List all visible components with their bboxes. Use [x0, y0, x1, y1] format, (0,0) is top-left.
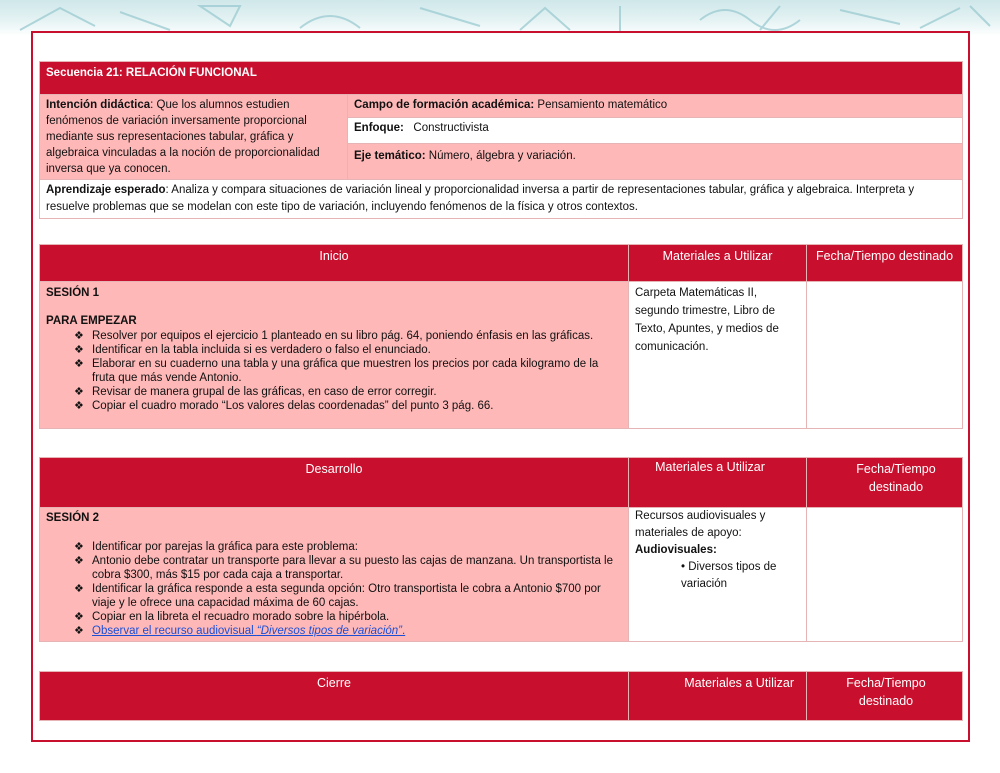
inicio-materiales-header: Materiales a Utilizar	[628, 244, 807, 282]
enfoque-label: Enfoque:	[354, 122, 404, 134]
cierre-header: Cierre	[39, 671, 629, 721]
desarrollo-materiales-header: Materiales a Utilizar	[655, 460, 765, 474]
bullet-icon: ❖	[74, 555, 84, 567]
list-item: ❖ Copiar en la libreta el recuadro morado…	[74, 611, 390, 623]
bullet-icon: ❖	[74, 541, 84, 553]
desarrollo-materiales: Recursos audiovisuales y materiales de a…	[628, 507, 807, 642]
inicio-table: Inicio Materiales a Utilizar Fecha/Tiemp…	[39, 244, 963, 429]
session-title: SESIÓN 1	[46, 287, 100, 299]
desarrollo-content: SESIÓN 2 ❖ Identificar por parejas la grá…	[39, 507, 629, 642]
desarrollo-table: Desarrollo Materiales a Utilizar Fecha/T…	[39, 457, 963, 642]
sequence-table: Secuencia 21: RELACIÓN FUNCIONAL Intenci…	[39, 61, 963, 219]
campo-text: Pensamiento matemático	[534, 99, 668, 111]
bullet-icon: ❖	[74, 400, 84, 412]
list-item: ❖ Copiar el cuadro morado “Los valores de…	[74, 400, 494, 412]
inicio-content: SESIÓN 1 PARA EMPEZAR ❖ Resolver por equi…	[39, 281, 629, 429]
list-item: ❖ Identificar en la tabla incluida si es …	[74, 344, 431, 356]
inicio-fecha-header: Fecha/Tiempo destinado	[806, 244, 963, 282]
desarrollo-fecha-header: Fecha/Tiempo destinado	[856, 462, 936, 494]
list-item: ❖ Revisar de manera grupal de las gráfica…	[74, 386, 437, 398]
eje-text: Número, álgebra y variación.	[425, 150, 576, 162]
session-title: SESIÓN 2	[46, 512, 100, 524]
bullet-icon: ❖	[74, 330, 84, 342]
inicio-activity-list: ❖ Resolver por equipos el ejercicio 1 pla…	[74, 329, 622, 413]
inicio-header: Inicio	[39, 244, 629, 282]
desarrollo-fecha-cell	[806, 507, 963, 642]
bullet-icon: ❖	[74, 583, 84, 595]
inicio-materiales: Carpeta Matemáticas II, segundo trimestr…	[628, 281, 807, 429]
aprendizaje-cell: Aprendizaje esperado: Analiza y compara …	[39, 179, 963, 219]
section-subtitle: PARA EMPEZAR	[46, 315, 137, 327]
eje-label: Eje temático:	[354, 150, 426, 162]
cierre-fecha-header: Fecha/Tiempo destinado	[846, 676, 926, 708]
intencion-label: Intención didáctica	[46, 99, 151, 111]
list-item: ❖ Antonio debe contratar un transporte pa…	[74, 555, 613, 581]
sequence-title: Secuencia 21: RELACIÓN FUNCIONAL	[46, 67, 257, 79]
bullet-icon: ❖	[74, 386, 84, 398]
intencion-cell: Intención didáctica: Que los alumnos est…	[39, 94, 348, 180]
list-item: ❖ Elaborar en su cuaderno una tabla y una…	[74, 358, 599, 384]
bullet-icon: ❖	[74, 344, 84, 356]
list-item: ❖ Identificar la gráfica responde a esta …	[74, 583, 601, 609]
bullet-icon: ❖	[74, 611, 84, 623]
list-item: ❖ Observar el recurso audiovisual “Divers…	[74, 624, 622, 638]
bullet-icon: ❖	[74, 358, 84, 370]
campo-cell: Campo de formación académica: Pensamient…	[347, 94, 963, 118]
enfoque-text: Constructivista	[403, 122, 489, 134]
list-item: ❖ Resolver por equipos el ejercicio 1 pla…	[74, 330, 594, 342]
aprendizaje-text: : Analiza y compara situaciones de varia…	[46, 184, 915, 213]
desarrollo-header: Desarrollo	[39, 457, 629, 508]
campo-label: Campo de formación académica:	[354, 99, 535, 111]
cierre-table: Cierre Materiales a Utilizar Fecha/Tiemp…	[39, 671, 963, 721]
bullet-icon: ❖	[74, 625, 84, 637]
cierre-materiales-header: Materiales a Utilizar	[628, 671, 807, 721]
desarrollo-activity-list: ❖ Identificar por parejas la gráfica para…	[74, 540, 622, 638]
audiovisual-resource-link[interactable]: Observar el recurso audiovisual “Diverso…	[92, 625, 405, 637]
enfoque-cell: Enfoque: Constructivista	[347, 117, 963, 144]
aprendizaje-label: Aprendizaje esperado	[46, 184, 166, 196]
list-item: ❖ Identificar por parejas la gráfica para…	[74, 541, 358, 553]
inicio-fecha-cell	[806, 281, 963, 429]
eje-cell: Eje temático: Número, álgebra y variació…	[347, 143, 963, 180]
